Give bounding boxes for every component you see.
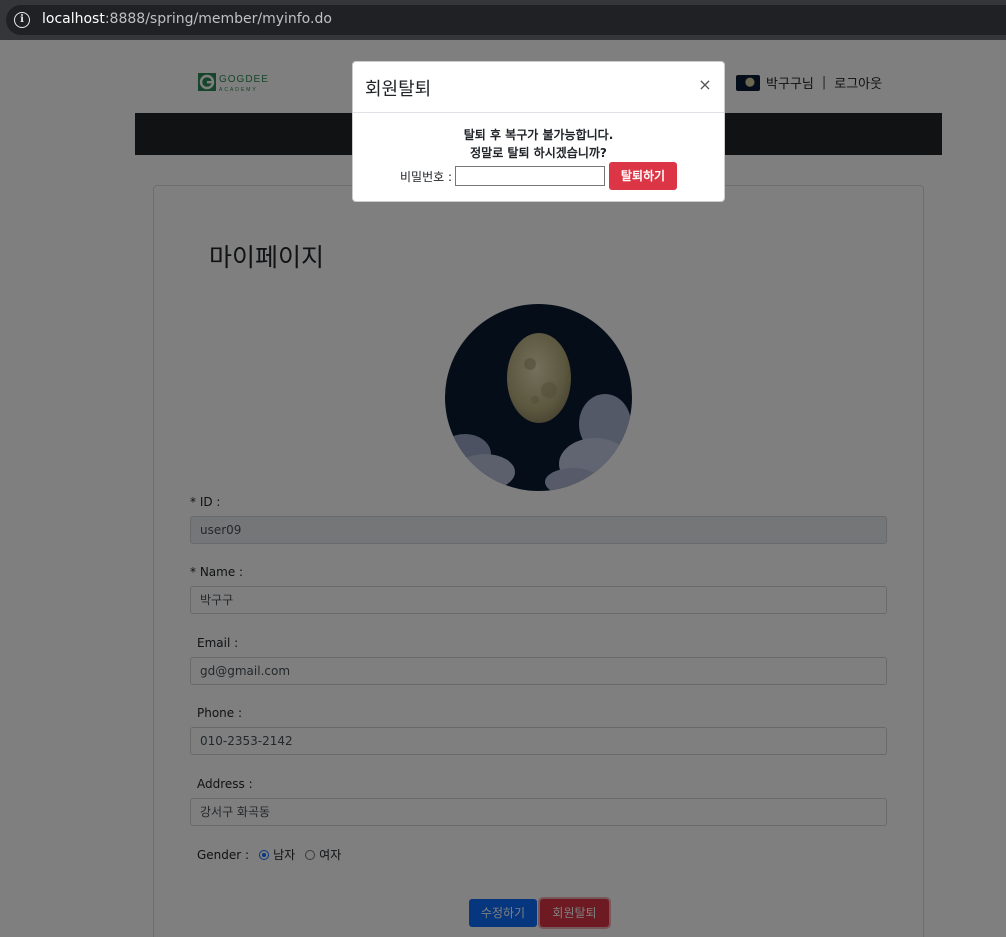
url-text[interactable]: localhost:8888/spring/member/myinfo.do [42,11,332,27]
modal-message-line2: 정말로 탈퇴 하시겠습니까? [470,146,607,160]
address-bar[interactable]: i localhost:8888/spring/member/myinfo.do [6,5,1006,35]
modal-message-line1: 탈퇴 후 복구가 불가능합니다. [463,128,614,142]
password-input[interactable] [455,166,606,186]
modal-message: 탈퇴 후 복구가 불가능합니다. 정말로 탈퇴 하시겠습니까? [353,126,724,162]
modal-header: 회원탈퇴 × [353,62,724,113]
browser-toolbar: i localhost:8888/spring/member/myinfo.do [0,0,1006,40]
close-icon[interactable]: × [698,76,712,94]
withdraw-modal: 회원탈퇴 × 탈퇴 후 복구가 불가능합니다. 정말로 탈퇴 하시겠습니까? 비… [352,61,725,202]
modal-title: 회원탈퇴 [365,79,432,100]
site-info-icon[interactable]: i [14,12,30,28]
password-label: 비밀번호 : [399,169,453,184]
confirm-withdraw-button[interactable]: 탈퇴하기 [609,162,678,190]
password-row: 비밀번호 : 탈퇴하기 [353,162,724,190]
